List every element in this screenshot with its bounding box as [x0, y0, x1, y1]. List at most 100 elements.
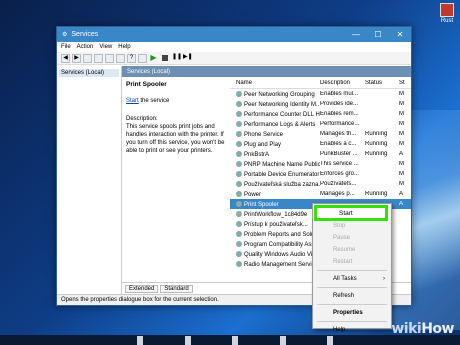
selected-service-name: Print Spooler: [126, 81, 167, 88]
column-status[interactable]: Status: [365, 80, 399, 86]
service-description-cell: This service ...: [320, 161, 365, 167]
menu-item-all-tasks[interactable]: All Tasks ›: [313, 273, 391, 285]
help-icon[interactable]: ?: [127, 53, 136, 63]
service-name-cell: Radio Management Service: [230, 260, 320, 268]
menu-item-stop[interactable]: Stop: [313, 220, 391, 232]
table-row[interactable]: Power Manages p... Running A: [230, 189, 411, 199]
table-row[interactable]: Phone Service Manages th... Running M: [230, 129, 411, 139]
rust-app-icon: [440, 3, 454, 17]
table-row[interactable]: Peer Networking Identity M... Provides id…: [230, 99, 411, 109]
service-gear-icon: [236, 210, 242, 217]
service-description-cell: Provides ide...: [320, 101, 365, 107]
gear-icon: ⚙: [62, 32, 68, 38]
service-name-cell: Power: [230, 190, 320, 198]
play-icon[interactable]: ▶: [149, 53, 158, 63]
taskbar-file-icon[interactable]: [137, 336, 143, 345]
taskbar-file-icon[interactable]: [280, 336, 286, 345]
tab-extended[interactable]: Extended: [125, 285, 159, 293]
pause-icon[interactable]: ❚❚: [172, 54, 182, 63]
service-description-cell: Performance...: [320, 121, 365, 127]
service-startup-cell: M: [399, 131, 409, 137]
table-row[interactable]: PNRP Machine Name Public... This service …: [230, 159, 411, 169]
column-name[interactable]: Name: [230, 80, 320, 86]
description-pane: Print Spooler Start the service Descript…: [122, 77, 230, 283]
service-description-cell: Používateľs...: [320, 181, 365, 187]
taskbar-file-icon[interactable]: [327, 336, 333, 345]
service-startup-cell: M: [399, 111, 409, 117]
service-startup-cell-text: M: [399, 161, 404, 167]
service-name-cell-text: Power: [244, 191, 262, 198]
title-bar[interactable]: ⚙ Services — ☐ ✕: [57, 27, 411, 42]
menu-item-start[interactable]: Start: [314, 205, 388, 221]
start-link-suffix: the service: [138, 98, 170, 104]
service-description-cell-text: Performance...: [320, 121, 360, 127]
menu-action[interactable]: Action: [77, 44, 94, 50]
table-row[interactable]: Používateľská služba zazna... Používateľs…: [230, 179, 411, 189]
watermark-suffix: How: [421, 321, 454, 337]
column-description[interactable]: Description: [320, 80, 365, 86]
back-icon[interactable]: ◀: [61, 53, 70, 63]
service-startup-cell-text: A: [399, 201, 404, 207]
table-row[interactable]: Portable Device Enumerator ... Enforces g…: [230, 169, 411, 179]
desktop-icon-rust[interactable]: Rust: [437, 3, 457, 24]
menu-item-pause[interactable]: Pause: [313, 232, 391, 244]
taskbar-file-icon[interactable]: [232, 336, 238, 345]
service-startup-cell: A: [399, 201, 409, 207]
all-tasks-label: All Tasks: [333, 276, 357, 282]
menu-item-properties[interactable]: Properties: [313, 307, 391, 319]
chevron-right-icon: ›: [383, 276, 385, 282]
service-name-cell-text: Quality Windows Audio Vid...: [244, 251, 320, 258]
service-status-cell-text: Running: [365, 131, 388, 137]
service-startup-cell-text: M: [399, 91, 404, 97]
table-row[interactable]: Plug and Play Enables a c... Running M: [230, 139, 411, 149]
menu-bar: File Action View Help: [57, 42, 411, 52]
export-icon[interactable]: [116, 53, 125, 63]
service-startup-cell-text: M: [399, 141, 404, 147]
menu-separator: [317, 270, 387, 271]
start-service-link[interactable]: Start: [126, 98, 139, 104]
service-startup-cell: M: [399, 161, 409, 167]
tab-standard[interactable]: Standard: [160, 285, 193, 293]
service-status-cell: Running: [365, 141, 399, 147]
service-name-cell: Performance Counter DLL H...: [230, 110, 320, 118]
console-tree: Services (Local): [57, 66, 122, 295]
console-tree-icon[interactable]: [83, 53, 92, 63]
service-description-cell-text: PunkBuster ...: [320, 151, 358, 157]
service-status-cell: Running: [365, 191, 399, 197]
menu-view[interactable]: View: [99, 44, 112, 50]
taskbar-file-icon[interactable]: [185, 336, 191, 345]
maximize-button[interactable]: ☐: [367, 27, 389, 42]
service-gear-icon: [236, 180, 242, 187]
minimize-button[interactable]: —: [345, 27, 367, 42]
service-name-cell-text: Peer Networking Identity M...: [244, 101, 320, 108]
menu-help[interactable]: Help: [118, 44, 130, 50]
service-description-cell-text: Enables rem...: [320, 111, 359, 117]
menu-item-restart[interactable]: Restart: [313, 256, 391, 268]
refresh-icon[interactable]: [105, 53, 114, 63]
close-button[interactable]: ✕: [389, 27, 411, 42]
properties-icon[interactable]: [94, 53, 103, 63]
service-status-cell-text: Running: [365, 191, 388, 197]
table-row[interactable]: Peer Networking Grouping Enables mul... M: [230, 89, 411, 99]
service-name-cell-text: Prístup k použivateľsk...: [244, 221, 308, 228]
service-description-cell: Enables mul...: [320, 91, 365, 97]
menu-item-resume[interactable]: Resume: [313, 244, 391, 256]
service-startup-cell-text: M: [399, 111, 404, 117]
menu-file[interactable]: File: [61, 44, 71, 50]
view-icon[interactable]: [138, 53, 147, 63]
forward-icon[interactable]: ▶: [72, 53, 81, 63]
restart-icon[interactable]: ▶❚: [183, 54, 193, 63]
service-name-cell: Performance Logs & Alerts: [230, 120, 320, 128]
service-description-cell: Manages p...: [320, 191, 365, 197]
table-row[interactable]: PnkBstrA PunkBuster ... Running A: [230, 149, 411, 159]
service-description-cell-text: Manages th...: [320, 131, 357, 137]
column-startup[interactable]: St: [399, 80, 409, 86]
toolbar: ◀ ▶ ? ▶ ❚❚ ▶❚: [57, 52, 411, 65]
menu-item-refresh[interactable]: Refresh: [313, 290, 391, 302]
service-startup-cell: A: [399, 191, 409, 197]
service-description-cell-text: Používateľs...: [320, 181, 357, 187]
table-row[interactable]: Performance Logs & Alerts Performance... M: [230, 119, 411, 129]
tree-item-services-local[interactable]: Services (Local): [59, 69, 119, 77]
table-row[interactable]: Performance Counter DLL H... Enables rem.…: [230, 109, 411, 119]
stop-icon[interactable]: [162, 55, 168, 61]
